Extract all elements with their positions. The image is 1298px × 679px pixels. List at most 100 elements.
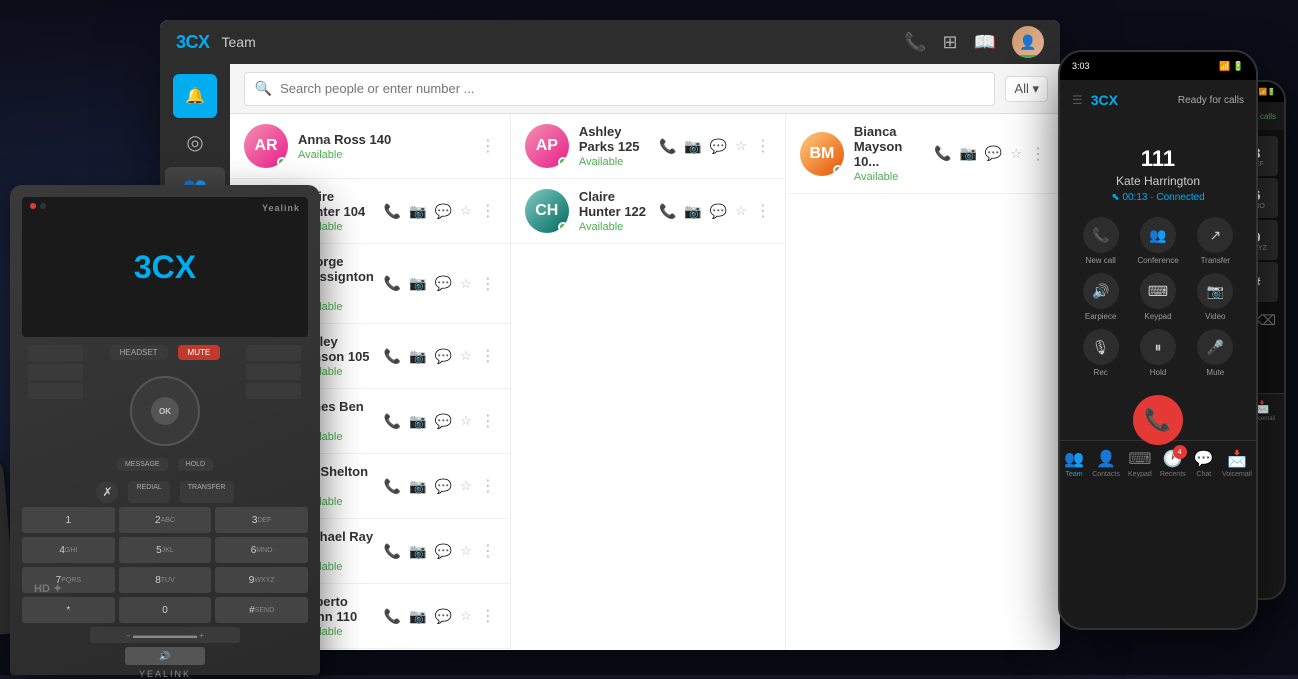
- nav-recents[interactable]: 🕐 4 Recents: [1160, 449, 1186, 478]
- hold-button[interactable]: ⏸ Hold: [1133, 329, 1182, 377]
- key-1[interactable]: 1: [22, 507, 115, 533]
- hold-btn[interactable]: HOLD: [178, 458, 213, 471]
- transfer-button[interactable]: ↗ Transfer: [1191, 217, 1240, 265]
- key-star[interactable]: *: [22, 597, 115, 623]
- call-action-icon[interactable]: 📞: [659, 203, 676, 220]
- more-menu-icon[interactable]: ⋮: [755, 201, 771, 221]
- new-call-button[interactable]: 📞 New call: [1076, 217, 1125, 265]
- more-menu-icon[interactable]: ⋮: [1030, 144, 1046, 164]
- call-action-icon[interactable]: 📞: [384, 543, 401, 560]
- video-action-icon[interactable]: 📷: [409, 478, 426, 495]
- earpiece-button[interactable]: 🔊 Earpiece: [1076, 273, 1125, 321]
- contact-row[interactable]: BM Bianca Mayson 10... Available 📞 📷 💬 ☆…: [786, 114, 1060, 194]
- phone-icon[interactable]: 📞: [904, 32, 926, 53]
- more-menu-icon[interactable]: ⋮: [480, 476, 496, 496]
- more-menu-icon[interactable]: ⋮: [480, 274, 496, 294]
- more-menu-icon[interactable]: ⋮: [480, 346, 496, 366]
- more-menu-icon[interactable]: ⋮: [480, 411, 496, 431]
- message-btn[interactable]: MESSAGE: [117, 458, 168, 471]
- key-6[interactable]: 6MNO: [215, 537, 308, 563]
- star-icon[interactable]: ☆: [460, 543, 472, 559]
- nav-contacts[interactable]: 👤 Contacts: [1092, 449, 1120, 478]
- end-call-button[interactable]: 📞: [1133, 395, 1183, 445]
- nav-chat[interactable]: 💬 Chat: [1194, 449, 1214, 478]
- phone-softkey[interactable]: [246, 345, 301, 361]
- phone-softkey[interactable]: [28, 345, 83, 361]
- star-icon[interactable]: ☆: [1010, 146, 1022, 162]
- chat-action-icon[interactable]: 💬: [435, 478, 452, 495]
- chat-action-icon[interactable]: 💬: [435, 348, 452, 365]
- mute-btn[interactable]: MUTE: [178, 345, 221, 360]
- call-action-icon[interactable]: 📞: [934, 145, 951, 162]
- key-9[interactable]: 9WXYZ: [215, 567, 308, 593]
- key-3[interactable]: 3DEF: [215, 507, 308, 533]
- more-menu-icon[interactable]: ⋮: [480, 541, 496, 561]
- speaker-btn[interactable]: 🔊: [125, 647, 205, 665]
- video-action-icon[interactable]: 📷: [959, 145, 976, 162]
- more-menu-icon[interactable]: ⋮: [480, 201, 496, 221]
- user-avatar[interactable]: 👤: [1012, 26, 1044, 58]
- filter-dropdown[interactable]: All ▾: [1005, 76, 1048, 102]
- call-action-icon[interactable]: 📞: [384, 478, 401, 495]
- redial-btn[interactable]: REDIAL: [128, 481, 169, 503]
- star-icon[interactable]: ☆: [735, 203, 747, 219]
- rec-button[interactable]: 🎙 Rec: [1076, 329, 1125, 377]
- grid-icon[interactable]: ⊞: [942, 32, 957, 53]
- key-hash[interactable]: #SEND: [215, 597, 308, 623]
- star-icon[interactable]: ☆: [735, 138, 747, 154]
- video-action-icon[interactable]: 📷: [409, 348, 426, 365]
- video-action-icon[interactable]: 📷: [409, 275, 426, 292]
- chat-action-icon[interactable]: 💬: [435, 275, 452, 292]
- call-action-icon[interactable]: 📞: [384, 608, 401, 625]
- book-icon[interactable]: 📖: [974, 32, 996, 53]
- volume-bar[interactable]: − ▬▬▬▬▬▬▬▬ +: [90, 627, 240, 643]
- nav-team[interactable]: 👥 Team: [1064, 449, 1084, 478]
- more-menu-icon[interactable]: ⋮: [755, 136, 771, 156]
- star-icon[interactable]: ☆: [460, 203, 472, 219]
- chat-action-icon[interactable]: 💬: [710, 203, 727, 220]
- call-action-icon[interactable]: 📞: [384, 413, 401, 430]
- transfer-btn[interactable]: TRANSFER: [180, 481, 234, 503]
- chat-action-icon[interactable]: 💬: [435, 608, 452, 625]
- headset-btn[interactable]: HEADSET: [110, 345, 168, 360]
- key-0[interactable]: 0: [119, 597, 212, 623]
- video-action-icon[interactable]: 📷: [684, 203, 701, 220]
- call-action-icon[interactable]: 📞: [384, 275, 401, 292]
- key-2[interactable]: 2ABC: [119, 507, 212, 533]
- nav-ring[interactable]: OK: [130, 376, 200, 446]
- video-button[interactable]: 📷 Video: [1191, 273, 1240, 321]
- phone-softkey[interactable]: [28, 364, 83, 380]
- call-action-icon[interactable]: 📞: [384, 348, 401, 365]
- mute-button[interactable]: 🎤 Mute: [1191, 329, 1240, 377]
- star-icon[interactable]: ☆: [460, 608, 472, 624]
- star-icon[interactable]: ☆: [460, 276, 472, 292]
- key-8[interactable]: 8TUV: [119, 567, 212, 593]
- key-4[interactable]: 4GHI: [22, 537, 115, 563]
- chat-action-icon[interactable]: 💬: [710, 138, 727, 155]
- video-action-icon[interactable]: 📷: [409, 413, 426, 430]
- menu-icon[interactable]: ☰: [1072, 93, 1083, 107]
- more-menu-icon[interactable]: ⋮: [480, 606, 496, 626]
- chat-action-icon[interactable]: 💬: [435, 543, 452, 560]
- phone-softkey[interactable]: [246, 364, 301, 380]
- chat-action-icon[interactable]: 💬: [435, 203, 452, 220]
- more-menu-icon[interactable]: ⋮: [480, 136, 496, 156]
- back-btn[interactable]: ✗: [96, 481, 118, 503]
- call-action-icon[interactable]: 📞: [659, 138, 676, 155]
- contact-row[interactable]: CH Claire Hunter 122 Available 📞 📷 💬 ☆ ⋮: [511, 179, 785, 244]
- video-action-icon[interactable]: 📷: [684, 138, 701, 155]
- star-icon[interactable]: ☆: [460, 413, 472, 429]
- video-action-icon[interactable]: 📷: [409, 203, 426, 220]
- sidebar-item-notifications[interactable]: 🔔: [173, 74, 217, 118]
- star-icon[interactable]: ☆: [460, 348, 472, 364]
- key-5[interactable]: 5JKL: [119, 537, 212, 563]
- video-action-icon[interactable]: 📷: [409, 543, 426, 560]
- ok-button[interactable]: OK: [151, 397, 179, 425]
- chat-action-icon[interactable]: 💬: [435, 413, 452, 430]
- keypad-button[interactable]: ⌨ Keypad: [1133, 273, 1182, 321]
- star-icon[interactable]: ☆: [460, 478, 472, 494]
- chat-action-icon[interactable]: 💬: [985, 145, 1002, 162]
- conference-button[interactable]: 👥 Conference: [1133, 217, 1182, 265]
- nav-voicemail[interactable]: 📩 Voicemail: [1222, 449, 1252, 478]
- nav-keypad[interactable]: ⌨ Keypad: [1128, 449, 1152, 478]
